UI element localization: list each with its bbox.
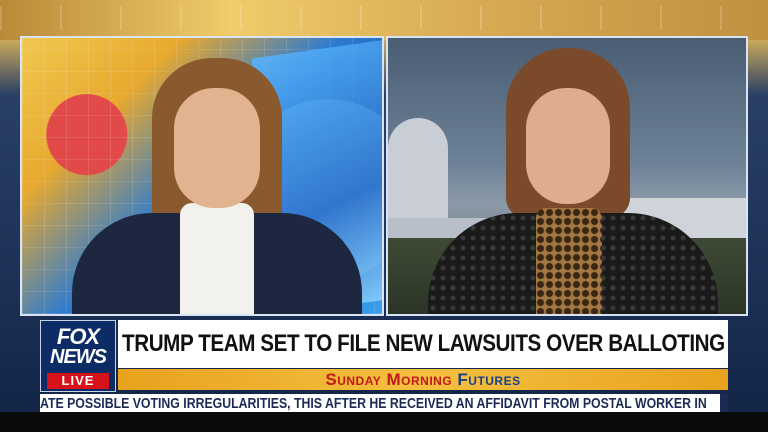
studio-ceiling [0,6,768,30]
ticker-text: ATE POSSIBLE VOTING IRREGULARITIES, THIS… [40,394,707,412]
video-panel-anchor [20,36,384,316]
bottom-strip [0,412,768,432]
live-badge: LIVE [47,373,109,389]
show-name-part1: Sunday Morning [325,369,453,389]
show-name-bar: Sunday Morning Futures [118,369,728,390]
headline-banner: TRUMP TEAM SET TO FILE NEW LAWSUITS OVER… [118,320,728,368]
capitol-dome [388,118,448,228]
headline-text: TRUMP TEAM SET TO FILE NEW LAWSUITS OVER… [121,330,725,357]
show-name: Sunday Morning Futures [325,370,520,390]
lower-third: FOX NEWS LIVE TRUMP TEAM SET TO FILE NEW… [40,320,728,392]
show-name-part2: Futures [457,369,521,389]
ticker-end-cap [720,394,728,412]
guest-face [526,88,610,204]
anchor-face [174,88,260,208]
guest-scarf [536,208,602,314]
anchor-turtleneck [180,203,254,314]
news-ticker: ATE POSSIBLE VOTING IRREGULARITIES, THIS… [40,394,728,412]
logo-news-text: NEWS [50,346,107,368]
video-panel-guest [386,36,748,316]
fox-news-logo: FOX NEWS LIVE [40,320,116,392]
